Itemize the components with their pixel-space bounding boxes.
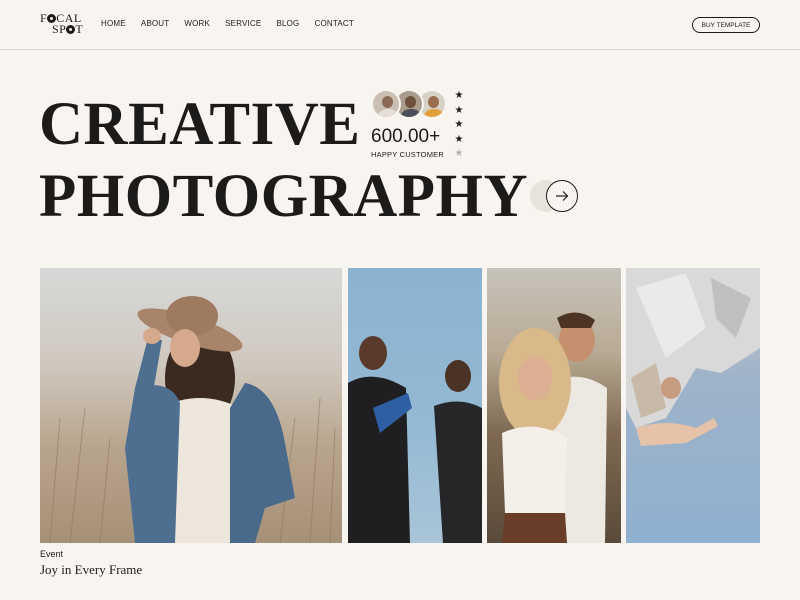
woman-in-hat-photo[interactable]: [40, 268, 342, 543]
customer-count: 600.00+: [371, 126, 441, 147]
star-icon: ★: [454, 119, 464, 131]
star-icon: ★: [454, 148, 464, 160]
focal-spot-logo[interactable]: F CAL SP T: [40, 12, 90, 39]
hero-title-line-2: PHOTOGRAPHY: [39, 163, 529, 230]
hero-title-line-1: CREATIVE: [39, 91, 361, 158]
site-header: F CAL SP T HOME ABOUT WORK SERVICE BLOG CO…: [0, 0, 800, 50]
rating-stars: ★ ★ ★ ★ ★: [453, 89, 465, 162]
woman-reflection-photo[interactable]: [626, 268, 760, 543]
star-icon: ★: [454, 90, 464, 101]
main-nav: HOME ABOUT WORK SERVICE BLOG CONTACT: [101, 19, 369, 28]
nav-service-link[interactable]: SERVICE: [225, 19, 261, 28]
aperture-icon: [66, 25, 76, 34]
featured-title[interactable]: Joy in Every Frame: [40, 562, 142, 578]
nav-home-link[interactable]: HOME: [101, 19, 126, 28]
star-icon: ★: [454, 133, 464, 145]
avatar: [371, 89, 401, 119]
buy-template-button[interactable]: BUY TEMPLATE: [692, 17, 760, 33]
star-icon: ★: [454, 104, 464, 116]
nav-work-link[interactable]: WORK: [184, 19, 210, 28]
nav-about-link[interactable]: ABOUT: [141, 19, 170, 28]
couple-portrait-photo[interactable]: [487, 268, 621, 543]
men-streetwear-photo[interactable]: [348, 268, 482, 543]
nav-contact-link[interactable]: CONTACT: [314, 19, 353, 28]
hero-arrow-button[interactable]: [546, 180, 578, 212]
featured-category: Event: [40, 549, 64, 559]
customer-count-label: HAPPY CUSTOMER: [371, 150, 444, 159]
nav-blog-link[interactable]: BLOG: [276, 19, 299, 28]
arrow-right-icon: [556, 191, 569, 201]
